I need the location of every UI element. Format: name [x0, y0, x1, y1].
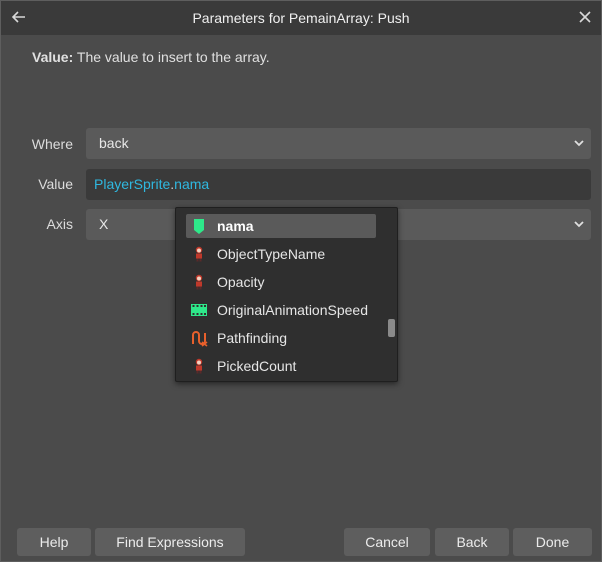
autocomplete-item-nama[interactable]: nama [186, 214, 376, 238]
autocomplete-item-objecttypename[interactable]: ObjectTypeName [186, 242, 376, 266]
close-icon[interactable] [575, 7, 595, 27]
value-expression-input[interactable]: PlayerSprite.nama [86, 169, 591, 200]
variable-tag-icon [194, 219, 204, 234]
autocomplete-item-pathfinding[interactable]: Pathfinding [186, 326, 376, 350]
sprite-character-icon [195, 246, 203, 262]
expression-function: nama [174, 176, 210, 192]
sprite-character-icon [195, 358, 203, 374]
autocomplete-item-label: ObjectTypeName [217, 246, 326, 262]
autocomplete-item-pickedcount[interactable]: PickedCount [186, 354, 376, 378]
autocomplete-item-label: Pathfinding [217, 330, 288, 346]
parameter-description: Value: The value to insert to the array. [32, 49, 270, 65]
autocomplete-scrollbar[interactable] [388, 319, 395, 337]
sprite-character-icon [195, 274, 203, 290]
value-expression-text: PlayerSprite.nama [94, 176, 209, 192]
dialog-title: Parameters for PemainArray: Push [192, 10, 410, 26]
expression-object: PlayerSprite [94, 176, 171, 192]
axis-select-value: X [99, 216, 109, 232]
autocomplete-item-originalanimationspeed[interactable]: OriginalAnimationSpeed [186, 298, 376, 322]
where-select-value: back [99, 135, 129, 151]
film-strip-icon [191, 304, 207, 316]
done-button[interactable]: Done [513, 528, 592, 556]
find-expressions-button[interactable]: Find Expressions [95, 528, 245, 556]
value-label: Value [38, 176, 73, 192]
autocomplete-item-label: nama [217, 218, 254, 234]
autocomplete-item-opacity[interactable]: Opacity [186, 270, 376, 294]
autocomplete-item-label: PickedCount [217, 358, 297, 374]
help-button[interactable]: Help [17, 528, 91, 556]
back-button[interactable]: Back [435, 528, 509, 556]
autocomplete-item-label: OriginalAnimationSpeed [217, 302, 368, 318]
description-label: Value: [32, 49, 74, 65]
axis-label: Axis [46, 216, 73, 232]
chevron-down-icon [574, 221, 584, 228]
where-select[interactable]: back [86, 128, 591, 159]
pathfinding-icon [192, 331, 208, 347]
where-label: Where [31, 136, 73, 152]
description-text: The value to insert to the array. [76, 49, 270, 65]
parameters-dialog: Parameters for PemainArray: Push Value: … [0, 0, 602, 562]
chevron-down-icon [574, 140, 584, 147]
autocomplete-item-label: Opacity [217, 274, 265, 290]
cancel-button[interactable]: Cancel [344, 528, 430, 556]
dialog-titlebar: Parameters for PemainArray: Push [1, 1, 601, 35]
autocomplete-list: nama ObjectTypeName Opacity OriginalAnim… [175, 207, 398, 382]
